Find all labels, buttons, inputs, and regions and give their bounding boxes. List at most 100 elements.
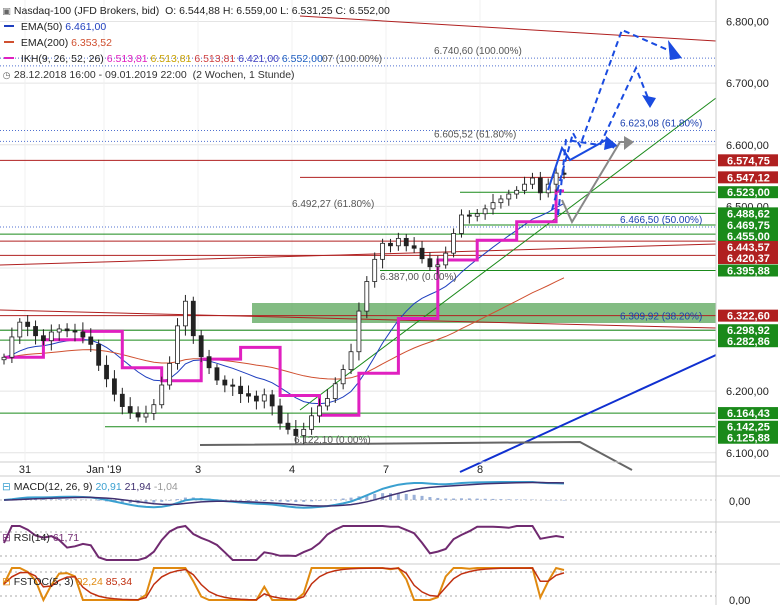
candle-body bbox=[17, 321, 23, 338]
candle-body bbox=[64, 328, 70, 332]
candle-body bbox=[135, 412, 141, 418]
candle-body bbox=[25, 321, 31, 327]
price-tag-label: 6.282,86 bbox=[727, 336, 770, 348]
candle-body bbox=[498, 198, 504, 204]
macd-histogram-bar bbox=[491, 498, 495, 500]
ikh-value-2: 6.513,81 bbox=[150, 53, 192, 65]
candle-body bbox=[514, 189, 520, 195]
fib-label: 6.122,10 (0.00%) bbox=[294, 435, 371, 446]
ema50-label: EMA(50) bbox=[20, 21, 63, 33]
candle-body bbox=[388, 242, 393, 247]
macd-histogram-bar bbox=[310, 500, 314, 502]
fstoc-value-1: 92,24 bbox=[76, 576, 103, 588]
ema50-swatch-icon bbox=[4, 24, 14, 27]
macd-histogram-bar bbox=[160, 500, 164, 502]
macd-swatch-icon: ⊟ bbox=[2, 481, 11, 493]
x-tick-label: 7 bbox=[383, 464, 389, 476]
candle-body bbox=[190, 300, 196, 337]
fstoc-zero-tick: 0,00 bbox=[729, 595, 750, 605]
macd-histogram-bar bbox=[262, 500, 266, 502]
candle-body bbox=[159, 384, 165, 406]
candle-body bbox=[340, 369, 346, 385]
candle-body bbox=[222, 379, 228, 386]
y-tick-label: 6.100,00 bbox=[726, 448, 769, 460]
macd-histogram-bar bbox=[452, 498, 456, 500]
candle-body bbox=[324, 398, 330, 407]
candle-body bbox=[269, 394, 275, 407]
macd-histogram-bar bbox=[168, 500, 172, 501]
macd-histogram-bar bbox=[404, 493, 408, 500]
rsi-legend[interactable]: ⊟ RSI(14) 61,71 bbox=[2, 531, 79, 545]
candle-body bbox=[80, 331, 86, 338]
fstoc-value-2: 85,34 bbox=[105, 576, 133, 588]
ema200-label: EMA(200) bbox=[20, 37, 69, 49]
candle-body bbox=[451, 233, 456, 254]
price-tag-label: 6.488,62 bbox=[727, 208, 770, 220]
candle-body bbox=[112, 378, 117, 395]
legend-ema200[interactable]: EMA(200) 6.353,52 bbox=[2, 36, 112, 50]
y-tick-label: 6.800,00 bbox=[726, 17, 769, 29]
candle-body bbox=[96, 343, 102, 366]
y-tick-label: 6.200,00 bbox=[726, 386, 769, 398]
candle-body bbox=[238, 385, 244, 395]
fib-label: 6.492,27 (61.80%) bbox=[292, 199, 374, 210]
macd-histogram-bar bbox=[483, 498, 487, 500]
price-tag-label: 6.420,37 bbox=[727, 253, 770, 265]
ema50-value: 6.461,00 bbox=[65, 21, 107, 33]
candle-body bbox=[522, 183, 527, 191]
macd-value-2: 21,94 bbox=[124, 481, 151, 493]
ikh-swatch-icon bbox=[4, 56, 14, 59]
macd-histogram-bar bbox=[278, 500, 282, 502]
ohlc-values: O: 6.544,88 H: 6.559,00 L: 6.531,25 C: 6… bbox=[165, 5, 390, 17]
macd-histogram-bar bbox=[467, 498, 471, 500]
collapse-icon[interactable]: ▣ bbox=[2, 7, 11, 16]
candle-body bbox=[9, 336, 15, 358]
period-label: (2 Wochen, 1 Stunde) bbox=[192, 69, 295, 81]
candle-body bbox=[72, 330, 78, 333]
candle-body bbox=[285, 422, 291, 430]
legend-ema50[interactable]: EMA(50) 6.461,00 bbox=[2, 20, 106, 34]
candle-body bbox=[317, 405, 322, 417]
legend-ikh[interactable]: IKH(9, 26, 52, 26) 6.513,81 6.513,81 6.5… bbox=[2, 52, 323, 66]
rsi-line bbox=[3, 524, 565, 561]
fib-label: 07 (100.00%) bbox=[322, 54, 382, 65]
x-tick-label: 31 bbox=[19, 464, 31, 476]
macd-value-1: 20,91 bbox=[95, 481, 122, 493]
macd-histogram-bar bbox=[444, 498, 448, 500]
fib-label: 6.740,60 (100.00%) bbox=[434, 46, 522, 57]
candle-body bbox=[356, 310, 362, 353]
macd-histogram-bar bbox=[286, 500, 290, 502]
fstoc-label: FSTOC(5, 3) bbox=[13, 576, 74, 588]
candle-body bbox=[1, 356, 7, 361]
price-axis bbox=[716, 0, 780, 605]
ema200-swatch-icon bbox=[4, 40, 14, 43]
candle-body bbox=[230, 384, 236, 387]
candle-body bbox=[104, 364, 109, 380]
candle-body bbox=[175, 325, 180, 364]
price-tag-label: 6.547,12 bbox=[727, 172, 770, 184]
ikh-value-4: 6.421,00 bbox=[238, 53, 279, 65]
chart-canvas: 6.740,60 (100.00%) 07 (100.00%) 6.605,52 (… bbox=[0, 0, 780, 605]
candle-body bbox=[395, 237, 401, 247]
macd-histogram-bar bbox=[333, 499, 337, 500]
candle-body bbox=[119, 393, 125, 407]
macd-legend[interactable]: ⊟ MACD(12, 26, 9) 20,91 21,94 -1,04 bbox=[2, 480, 178, 494]
macd-histogram-bar bbox=[349, 497, 353, 500]
macd-label: MACD(12, 26, 9) bbox=[13, 481, 93, 493]
macd-histogram-bar bbox=[341, 498, 345, 500]
candle-body bbox=[56, 328, 62, 333]
price-tag-label: 6.125,88 bbox=[727, 433, 770, 445]
candle-body bbox=[466, 214, 472, 217]
candle-body bbox=[490, 202, 496, 210]
macd-histogram-bar bbox=[436, 497, 440, 500]
macd-histogram-bar bbox=[420, 495, 424, 500]
candle-body bbox=[427, 258, 433, 268]
candle-body bbox=[151, 404, 157, 414]
macd-histogram-bar bbox=[412, 494, 416, 500]
macd-histogram-bar bbox=[49, 499, 53, 500]
candle-body bbox=[537, 177, 543, 194]
rsi-label: RSI(14) bbox=[13, 532, 50, 544]
macd-histogram-bar bbox=[507, 499, 511, 500]
instrument-name: Nasdaq-100 (JFD Brokers, bid) bbox=[13, 5, 160, 17]
fstoc-legend[interactable]: ⊟ FSTOC(5, 3) 92,24 85,34 bbox=[2, 575, 132, 589]
